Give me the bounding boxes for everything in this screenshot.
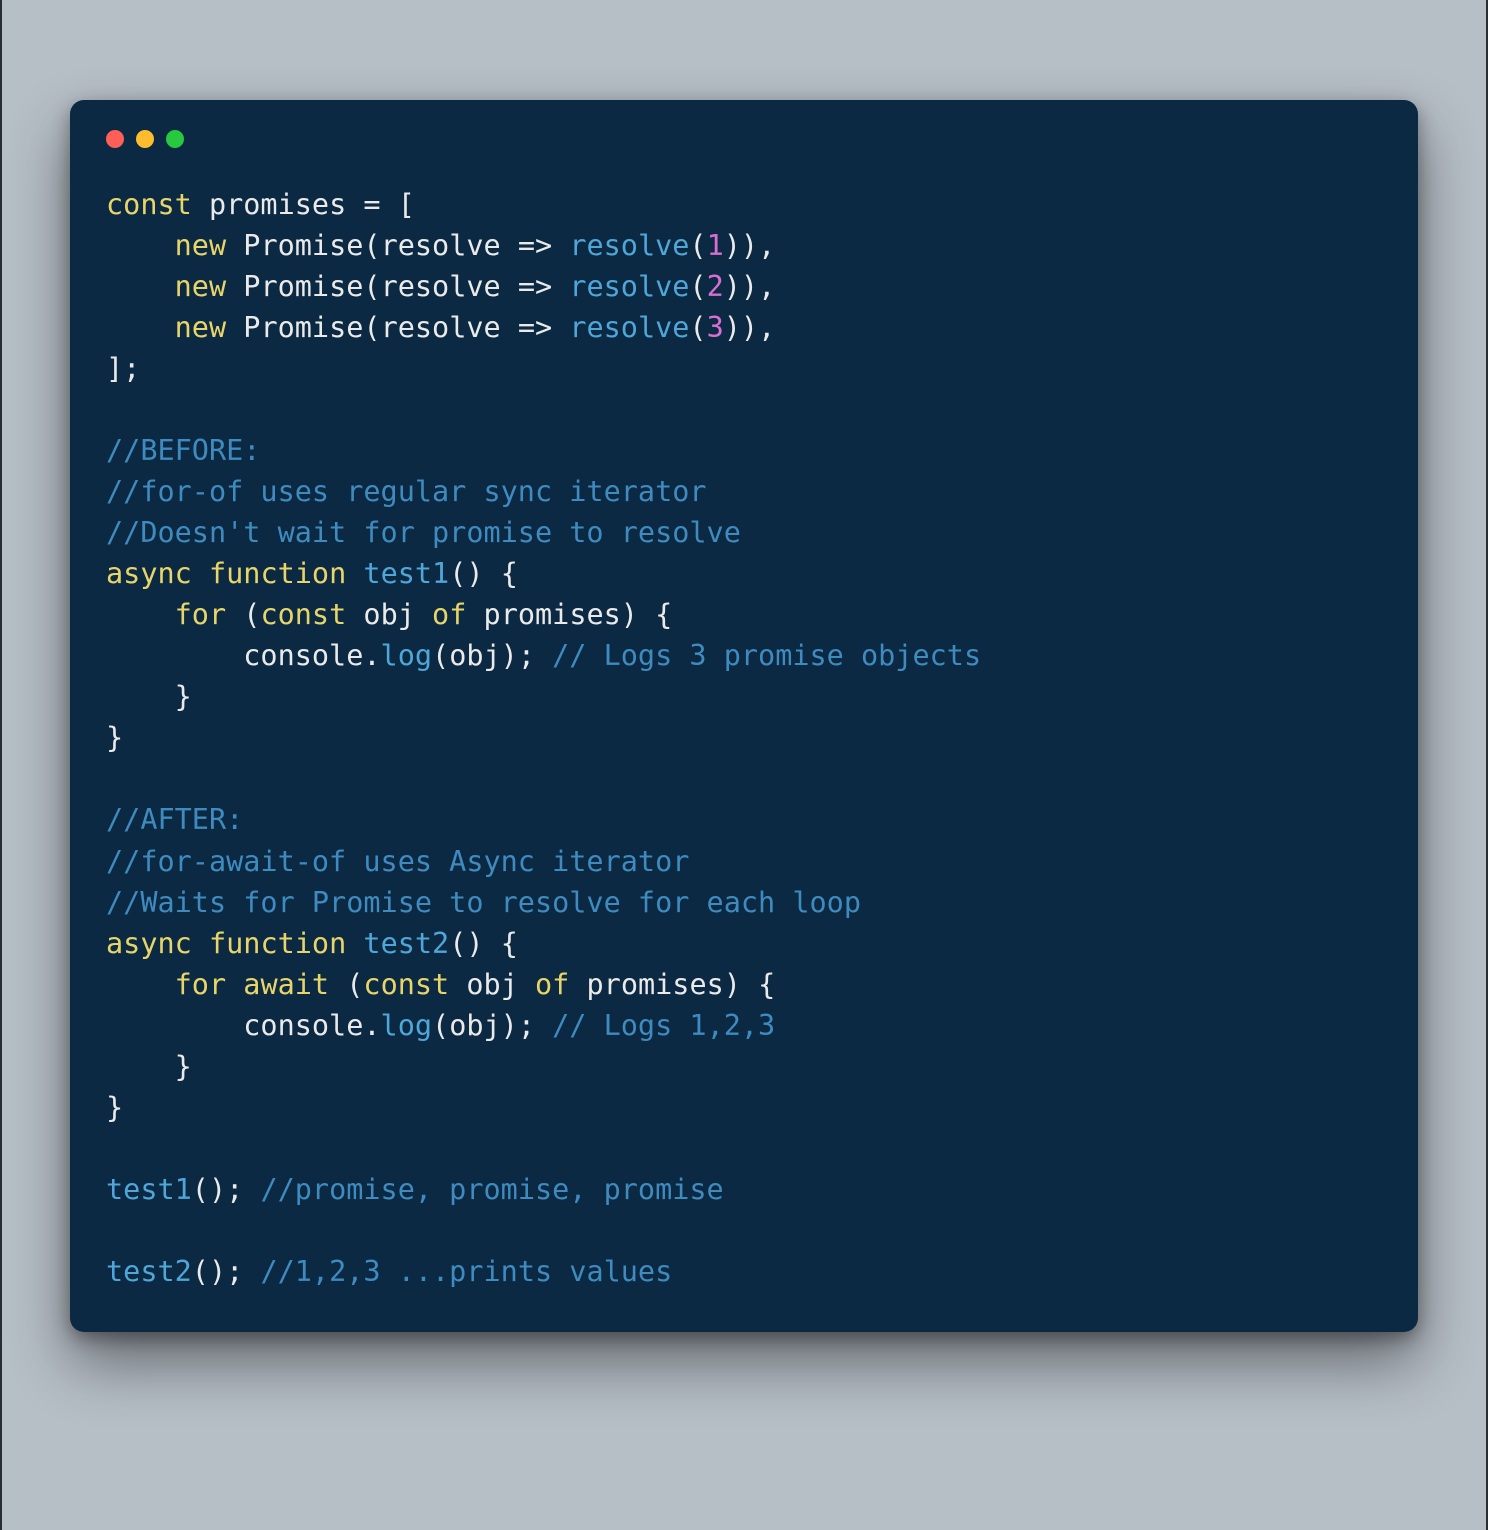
- code-token: for: [175, 968, 226, 1001]
- maximize-icon[interactable]: [166, 130, 184, 148]
- code-token: [192, 557, 209, 590]
- code-token: new: [175, 270, 226, 303]
- code-token: async: [106, 927, 192, 960]
- code-token: 1: [707, 229, 724, 262]
- code-token: test1: [363, 557, 449, 590]
- code-token: }: [106, 680, 192, 713]
- code-token: )),: [724, 270, 775, 303]
- code-token: [346, 557, 363, 590]
- code-token: test2: [106, 1255, 192, 1288]
- code-token: ];: [106, 352, 140, 385]
- code-token: promises) {: [569, 968, 775, 1001]
- code-token: function: [209, 927, 346, 960]
- code-token: const: [106, 188, 192, 221]
- code-token: [226, 270, 243, 303]
- code-token: //AFTER:: [106, 803, 243, 836]
- code-token: (: [329, 968, 363, 1001]
- code-token: log: [381, 639, 432, 672]
- code-token: console.: [106, 639, 381, 672]
- code-token: (: [689, 311, 706, 344]
- code-token: console.: [106, 1009, 381, 1042]
- code-token: Promise: [243, 311, 363, 344]
- code-token: //BEFORE:: [106, 434, 260, 467]
- code-token: test1: [106, 1173, 192, 1206]
- window-traffic-lights: [106, 130, 1382, 148]
- code-token: [192, 927, 209, 960]
- code-token: promises = [: [192, 188, 415, 221]
- code-token: (obj);: [432, 1009, 552, 1042]
- code-token: // Logs 3 promise objects: [552, 639, 981, 672]
- minimize-icon[interactable]: [136, 130, 154, 148]
- code-token: Promise: [243, 270, 363, 303]
- code-window: const promises = [ new Promise(resolve =…: [70, 100, 1418, 1332]
- code-token: //Waits for Promise to resolve for each …: [106, 886, 861, 919]
- code-token: (: [226, 598, 260, 631]
- code-token: log: [381, 1009, 432, 1042]
- code-token: )),: [724, 229, 775, 262]
- code-token: ();: [192, 1255, 261, 1288]
- code-token: }: [106, 721, 123, 754]
- code-token: resolve: [569, 311, 689, 344]
- code-token: for: [175, 598, 226, 631]
- code-token: () {: [449, 927, 518, 960]
- code-token: of: [432, 598, 466, 631]
- code-token: }: [106, 1091, 123, 1124]
- code-token: (: [689, 229, 706, 262]
- code-token: ();: [192, 1173, 261, 1206]
- code-token: 2: [707, 270, 724, 303]
- code-token: () {: [449, 557, 518, 590]
- code-token: (resolve =>: [363, 229, 569, 262]
- code-token: obj: [449, 968, 535, 1001]
- code-token: [106, 311, 175, 344]
- code-token: //Doesn't wait for promise to resolve: [106, 516, 741, 549]
- code-token: of: [535, 968, 569, 1001]
- code-token: 3: [707, 311, 724, 344]
- code-token: obj: [346, 598, 432, 631]
- code-token: await: [243, 968, 329, 1001]
- code-token: (resolve =>: [363, 311, 569, 344]
- code-token: )),: [724, 311, 775, 344]
- code-token: promises) {: [466, 598, 672, 631]
- code-token: }: [106, 1050, 192, 1083]
- code-token: new: [175, 229, 226, 262]
- code-token: async: [106, 557, 192, 590]
- code-token: function: [209, 557, 346, 590]
- code-token: const: [363, 968, 449, 1001]
- code-token: [106, 229, 175, 262]
- code-token: [226, 968, 243, 1001]
- code-token: //1,2,3 ...prints values: [260, 1255, 672, 1288]
- code-token: test2: [363, 927, 449, 960]
- code-token: [226, 229, 243, 262]
- code-token: //promise, promise, promise: [260, 1173, 723, 1206]
- code-token: new: [175, 311, 226, 344]
- code-token: (: [689, 270, 706, 303]
- code-token: const: [260, 598, 346, 631]
- code-token: [346, 927, 363, 960]
- code-token: [106, 270, 175, 303]
- close-icon[interactable]: [106, 130, 124, 148]
- code-token: Promise: [243, 229, 363, 262]
- code-token: resolve: [569, 270, 689, 303]
- code-token: [226, 311, 243, 344]
- code-token: //for-await-of uses Async iterator: [106, 845, 689, 878]
- code-token: resolve: [569, 229, 689, 262]
- code-token: // Logs 1,2,3: [552, 1009, 775, 1042]
- code-token: //for-of uses regular sync iterator: [106, 475, 707, 508]
- code-token: [106, 968, 175, 1001]
- code-token: (resolve =>: [363, 270, 569, 303]
- code-token: [106, 598, 175, 631]
- code-token: (obj);: [432, 639, 552, 672]
- code-block: const promises = [ new Promise(resolve =…: [106, 184, 1382, 1292]
